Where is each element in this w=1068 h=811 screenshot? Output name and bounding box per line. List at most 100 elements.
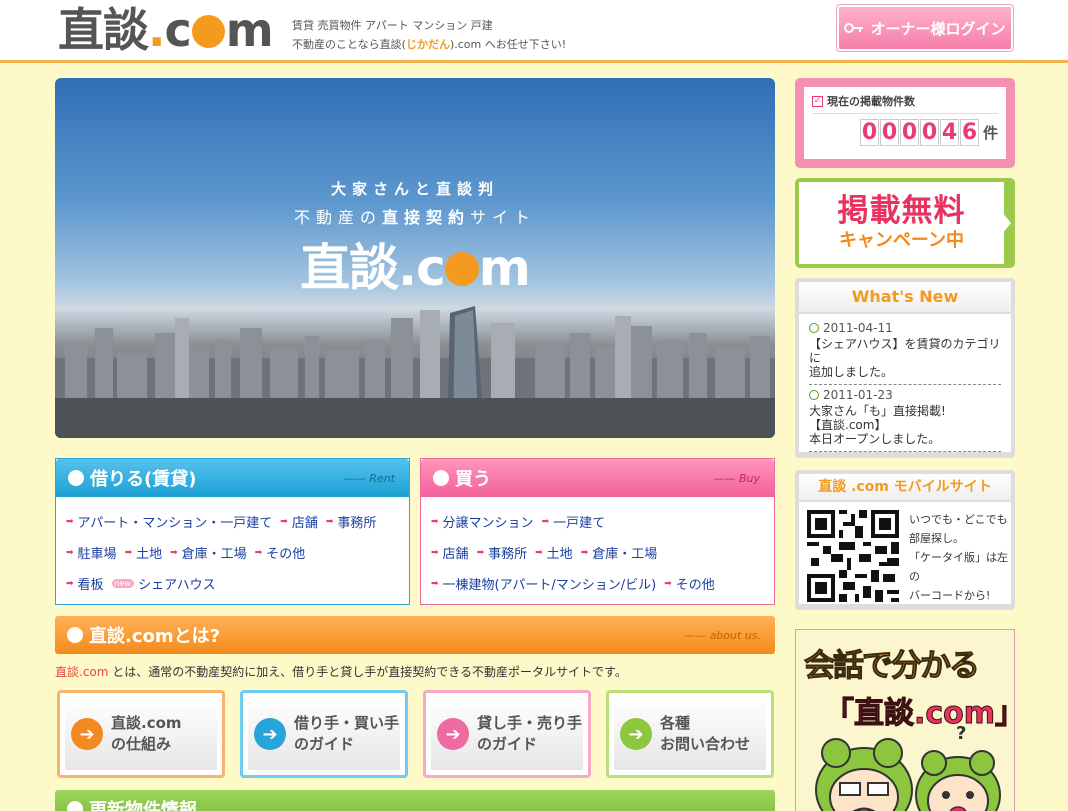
rent-link-parking-text[interactable]: 駐車場	[78, 543, 117, 562]
free-listing-banner[interactable]: 掲載無料 キャンペーン中	[795, 178, 1015, 268]
counter-inner: ✓ 現在の掲載物件数 0 0 0 0 4 6 件	[804, 87, 1006, 159]
rent-link-office-text[interactable]: 事務所	[337, 512, 376, 531]
buy-link-building[interactable]: ➡ 一棟建物(アパート/マンション/ビル)	[431, 574, 656, 593]
buy-link-condo[interactable]: ➡ 分譲マンション	[431, 512, 534, 531]
whats-new-title: What's New	[799, 282, 1011, 312]
rent-en-text: Rent	[369, 472, 395, 485]
guide-how-it-works-button[interactable]: ➔ 直談.com の仕組み	[57, 690, 225, 778]
rent-en-label: —— Rent	[343, 472, 395, 485]
arrow-icon: ➡	[66, 578, 74, 589]
arrow-right-icon: ➔	[437, 718, 469, 750]
buy-link-land[interactable]: ➡ 土地	[535, 543, 573, 562]
hero-headline: 大家さんと直談判	[330, 180, 499, 198]
tagline-post: ).com へお任せ下さい!	[449, 38, 567, 51]
rent-link-parking[interactable]: ➡ 駐車場	[66, 543, 117, 562]
counter-digits: 0 0 0 0 4 6 件	[812, 119, 998, 146]
hero-sub-post: サイト	[470, 208, 537, 227]
checkbox-icon: ✓	[812, 95, 823, 107]
news-text: 追加しました。	[809, 365, 894, 379]
buy-link-land-text[interactable]: 土地	[547, 543, 573, 562]
buy-en-label: —— Buy	[713, 472, 760, 485]
guide-tenant-buyer-button[interactable]: ➔ 借り手・買い手 のガイド	[240, 690, 408, 778]
rent-link-sharehouse[interactable]: new シェアハウス	[111, 574, 216, 593]
clock-icon	[809, 323, 819, 333]
arrow-right-icon: ➔	[71, 718, 103, 750]
rent-title: 借りる(賃貸)	[90, 469, 197, 490]
qr-code-icon[interactable]	[807, 510, 899, 602]
rent-link-apartment-text[interactable]: アパート・マンション・一戸建て	[78, 512, 273, 531]
buy-header: 買う —— Buy	[421, 459, 774, 497]
buy-en-text: Buy	[738, 472, 760, 485]
comic-banner[interactable]: 会話で分かる 「直談.com」 ?	[795, 629, 1015, 811]
about-text: とは、通常の不動産契約に加え、借り手と貸し手が直接契約できる不動産ポータルサイト…	[108, 665, 627, 679]
buy-link-store[interactable]: ➡ 店舗	[431, 543, 469, 562]
buy-link-house-text[interactable]: 一戸建て	[553, 512, 605, 531]
arrow-icon: ➡	[170, 547, 178, 558]
news-date-text: 2011-04-11	[823, 321, 893, 335]
rent-link-signboard[interactable]: ➡ 看板	[66, 574, 104, 593]
buy-link-office-text[interactable]: 事務所	[488, 543, 527, 562]
hero-subheadline: 不動産の直接契約サイト	[55, 204, 775, 228]
buy-row-2: ➡ 店舗 ➡ 事務所 ➡ 土地 ➡ 倉庫・工場	[431, 543, 665, 562]
guide-label: 借り手・買い手 のガイド	[294, 714, 400, 753]
counter-title-text: 現在の掲載物件数	[827, 95, 915, 108]
bullet-icon	[68, 470, 84, 486]
guide-contact-button[interactable]: ➔ 各種 お問い合わせ	[606, 690, 774, 778]
rent-link-land-text[interactable]: 土地	[136, 543, 162, 562]
rent-link-signboard-text[interactable]: 看板	[78, 574, 104, 593]
rent-link-office[interactable]: ➡ 事務所	[326, 512, 377, 531]
buy-title: 買う	[455, 469, 491, 490]
counter-digit: 6	[959, 119, 979, 146]
hero-sub-bold: 直接契約	[381, 208, 470, 227]
arrow-icon: ➡	[476, 547, 485, 558]
rent-link-land[interactable]: ➡ 土地	[125, 543, 163, 562]
svg-text:?: ?	[956, 725, 966, 744]
rent-link-other[interactable]: ➡ その他	[255, 543, 306, 562]
owner-login-label: オーナー様ログイン	[870, 19, 1006, 38]
guide-inner: ➔ 借り手・買い手 のガイド	[248, 698, 400, 770]
rent-row-3: ➡ 看板 new シェアハウス	[66, 574, 224, 593]
buy-link-building-text[interactable]: 一棟建物(アパート/マンション/ビル)	[443, 574, 657, 593]
rent-category-box: 借りる(賃貸) —— Rent ➡ アパート・マンション・一戸建て ➡ 店舗 ➡ 事務…	[55, 458, 410, 605]
update-section-header: 更新物件情報	[55, 790, 775, 811]
rent-link-warehouse[interactable]: ➡ 倉庫・工場	[170, 543, 247, 562]
buy-link-other-text[interactable]: その他	[676, 574, 715, 593]
buy-link-condo-text[interactable]: 分譲マンション	[443, 512, 534, 531]
logo-c: c	[164, 3, 191, 57]
whats-new-panel: What's New 2011-04-11 【シェアハウス】を賃貸のカテゴリに …	[795, 278, 1015, 458]
tagline-highlight: じかだん	[405, 38, 450, 51]
guide-landlord-seller-button[interactable]: ➔ 貸し手・売り手 のガイド	[423, 690, 591, 778]
buy-link-office[interactable]: ➡ 事務所	[477, 543, 528, 562]
arrow-icon: ➡	[66, 547, 74, 558]
news-text: 【直談.com】	[809, 418, 887, 432]
arrow-icon: ➡	[580, 547, 589, 558]
rent-link-sharehouse-text[interactable]: シェアハウス	[138, 574, 215, 593]
counter-digit: 0	[879, 119, 899, 146]
about-description: 直談.com とは、通常の不動産契約に加え、借り手と貸し手が直接契約できる不動産…	[55, 663, 627, 680]
news-text: 【シェアハウス】を賃貸のカテゴリに	[809, 337, 1001, 365]
guide-inner: ➔ 各種 お問い合わせ	[614, 698, 766, 770]
rent-link-store-text[interactable]: 店舗	[292, 512, 318, 531]
owner-login-button[interactable]: オーナー様ログイン	[836, 4, 1014, 52]
news-entry: 2011-01-23 大家さん「も」直接掲載! 【直談.com】 本日オープンし…	[809, 385, 1001, 452]
news-date-text: 2011-01-23	[823, 388, 893, 402]
rent-link-warehouse-text[interactable]: 倉庫・工場	[182, 543, 247, 562]
rent-link-apartment[interactable]: ➡ アパート・マンション・一戸建て	[66, 512, 272, 531]
new-badge: new	[111, 579, 135, 588]
clock-icon	[809, 390, 819, 400]
arrow-right-icon: ➔	[620, 718, 652, 750]
tagline-line2: 不動産のことなら直談(じかだん).com へお任せ下さい!	[292, 35, 566, 54]
tagline-pre: 不動産のことなら直談(	[292, 38, 406, 51]
site-logo[interactable]: 直談.c m	[58, 3, 274, 57]
buy-link-other[interactable]: ➡ その他	[664, 574, 715, 593]
arrow-icon: ➡	[431, 516, 439, 527]
free-banner-subtitle: キャンペーン中	[838, 230, 965, 251]
news-date: 2011-01-23	[809, 388, 1001, 402]
buy-link-warehouse-text[interactable]: 倉庫・工場	[592, 543, 657, 562]
buy-link-warehouse[interactable]: ➡ 倉庫・工場	[581, 543, 658, 562]
rent-link-store[interactable]: ➡ 店舗	[280, 512, 318, 531]
buy-link-store-text[interactable]: 店舗	[443, 543, 469, 562]
rent-link-other-text[interactable]: その他	[266, 543, 305, 562]
buy-link-house[interactable]: ➡ 一戸建て	[542, 512, 606, 531]
update-title: 更新物件情報	[89, 800, 197, 811]
